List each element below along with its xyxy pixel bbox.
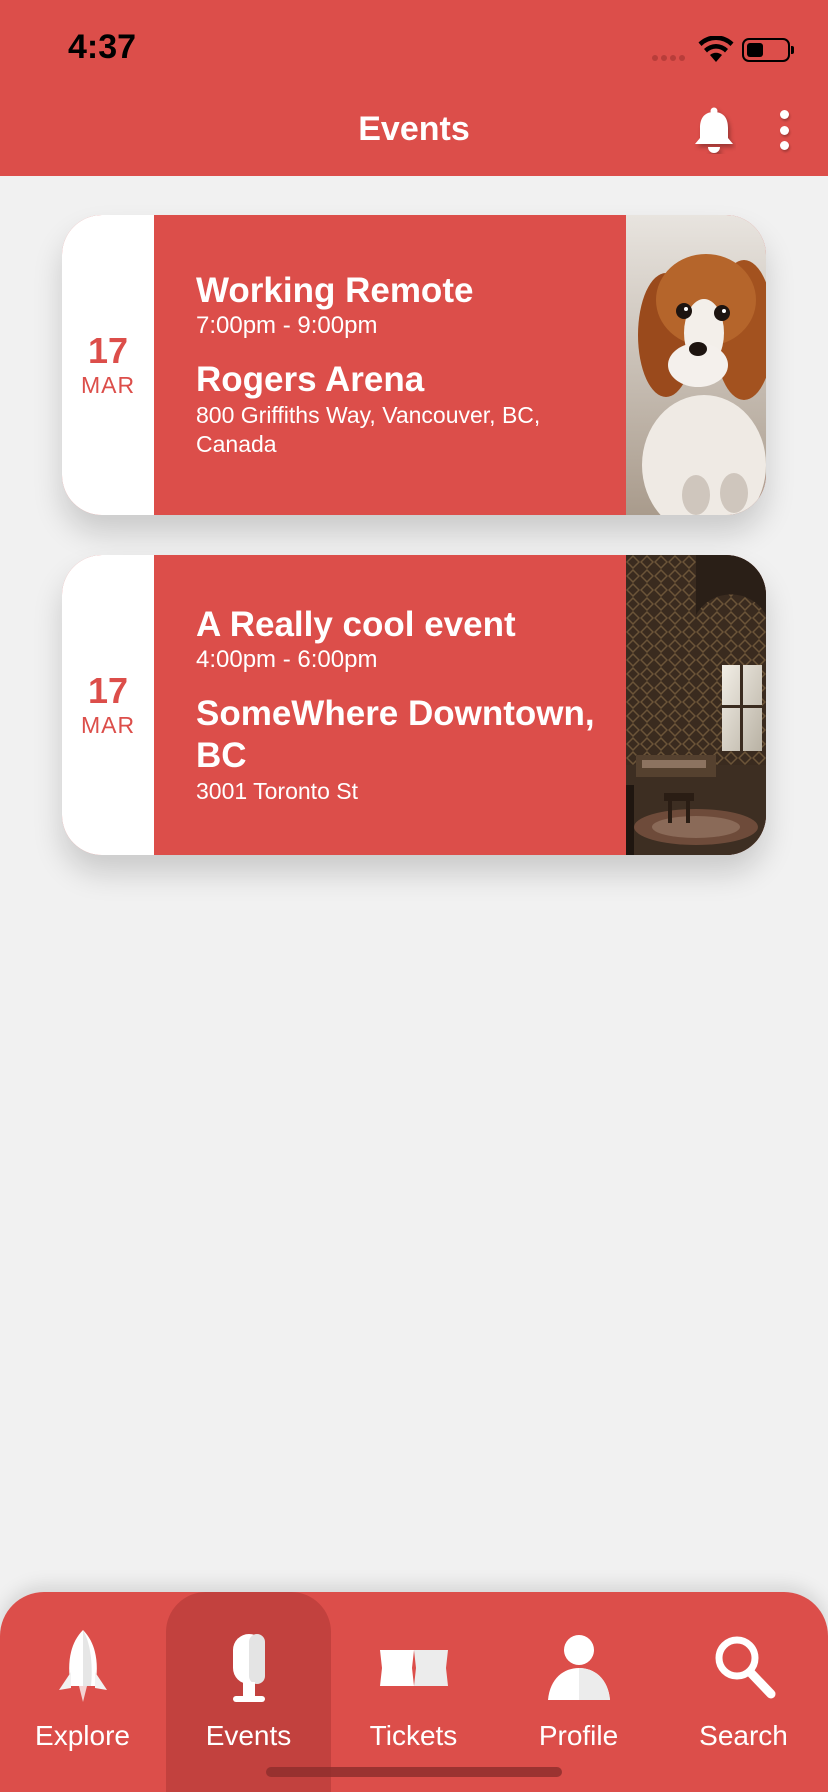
- tab-label: Tickets: [369, 1720, 458, 1751]
- bell-icon[interactable]: [692, 106, 736, 154]
- event-day: 17: [87, 330, 129, 371]
- event-time: 4:00pm - 6:00pm: [196, 645, 378, 673]
- event-time: 7:00pm - 9:00pm: [196, 312, 378, 339]
- rocket-icon: [43, 1628, 123, 1708]
- event-date: 17 MAR: [62, 555, 154, 855]
- bottom-tab-bar: Explore Events Tickets Profile Search: [0, 1592, 828, 1792]
- tab-label: Events: [205, 1720, 292, 1751]
- event-date: 17 MAR: [62, 215, 154, 515]
- event-title: A Really cool event: [196, 604, 516, 644]
- tab-profile[interactable]: Profile: [496, 1592, 661, 1792]
- tab-label: Explore: [35, 1720, 130, 1751]
- event-image-dog: [626, 215, 766, 515]
- cellular-signal-icon: [652, 55, 685, 61]
- tab-explore[interactable]: Explore: [0, 1592, 165, 1792]
- home-indicator: [266, 1767, 562, 1777]
- event-image-room: [626, 555, 766, 855]
- event-details: A Really cool event 4:00pm - 6:00pm Some…: [196, 555, 596, 855]
- venue-address: 3001 Toronto St: [196, 777, 358, 804]
- tab-label: Profile: [538, 1720, 619, 1751]
- tab-search[interactable]: Search: [661, 1592, 826, 1792]
- microphone-icon: [209, 1628, 289, 1708]
- event-title: Working Remote: [196, 271, 474, 310]
- event-month: MAR: [80, 372, 136, 398]
- event-day: 17: [87, 670, 129, 711]
- search-icon: [704, 1628, 784, 1708]
- wifi-icon: [698, 36, 734, 62]
- event-card[interactable]: 17 MAR A Really cool event 4:00pm - 6:00…: [62, 555, 766, 855]
- event-month: MAR: [80, 712, 136, 738]
- event-card[interactable]: 17 MAR Working Remote 7:00pm - 9:00pm Ro…: [62, 215, 766, 515]
- more-vertical-icon[interactable]: [770, 110, 798, 150]
- tab-label: Search: [699, 1720, 788, 1751]
- person-icon: [539, 1628, 619, 1708]
- events-screen: 4:37 Events 17 MAR Working Remote 7:00pm…: [0, 0, 828, 1792]
- status-time: 4:37: [68, 28, 137, 66]
- battery-icon: [742, 38, 794, 62]
- tab-events[interactable]: Events: [166, 1592, 331, 1792]
- venue-name: SomeWhere Downtown, BC: [196, 693, 595, 775]
- venue-address: 800 Griffiths Way, Vancouver, BC, Canada: [196, 402, 541, 457]
- app-header: 4:37 Events: [0, 0, 828, 176]
- tab-tickets[interactable]: Tickets: [331, 1592, 496, 1792]
- venue-name: Rogers Arena: [196, 360, 425, 399]
- ticket-icon: [374, 1628, 454, 1708]
- event-details: Working Remote 7:00pm - 9:00pm Rogers Ar…: [196, 215, 596, 515]
